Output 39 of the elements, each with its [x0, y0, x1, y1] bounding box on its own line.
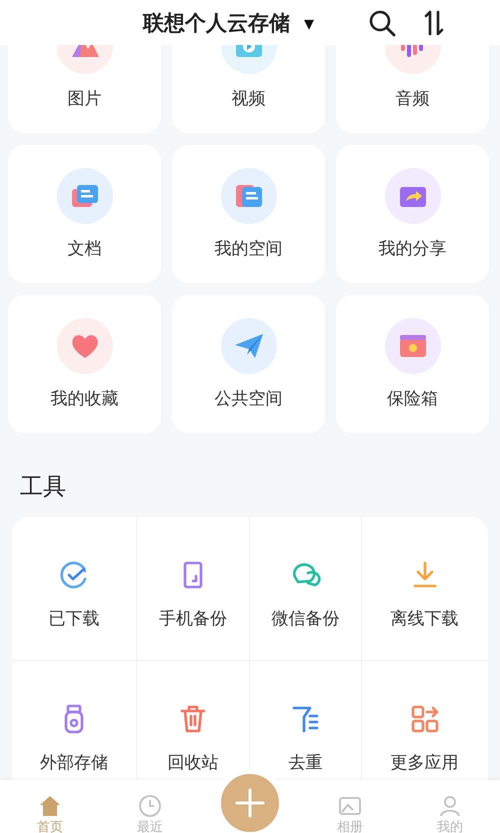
category-label: 公共空间: [214, 388, 282, 410]
category-card[interactable]: 保险箱: [336, 295, 489, 433]
section-title: 工具: [20, 473, 67, 501]
apps-icon: [408, 703, 440, 735]
sort-icon: [422, 8, 446, 36]
tool-label[interactable]: 外部存储: [40, 753, 108, 773]
category-label: 音频: [396, 88, 430, 110]
tool-label[interactable]: 更多应用: [390, 753, 458, 773]
category-card[interactable]: 我的分享: [336, 145, 489, 283]
category-label: 视频: [232, 88, 266, 110]
category-label: 我的空间: [214, 238, 282, 260]
category-card[interactable]: 视频: [172, 45, 325, 133]
sort-button[interactable]: [422, 8, 446, 36]
category-card[interactable]: 我的空间: [172, 145, 325, 283]
plus-icon: [235, 788, 265, 818]
person-icon: [438, 794, 462, 818]
tool-label[interactable]: 去重: [288, 753, 322, 773]
category-card[interactable]: 文档: [8, 145, 161, 283]
category-label: 我的收藏: [50, 388, 118, 410]
clock-icon: [138, 794, 162, 818]
category-label: 图片: [68, 88, 102, 110]
tool-label[interactable]: 微信备份: [272, 609, 340, 629]
category-label: 我的分享: [378, 238, 446, 260]
category-card[interactable]: 我的收藏: [8, 295, 161, 433]
category-label: 保险箱: [387, 388, 438, 410]
tool-label[interactable]: 回收站: [168, 753, 218, 773]
category-card[interactable]: 公共空间: [172, 295, 325, 433]
category-label: 文档: [68, 238, 102, 260]
search-button[interactable]: [368, 8, 396, 36]
home-icon: [38, 794, 62, 818]
image-icon: [338, 794, 362, 818]
dropdown-arrow[interactable]: ▾: [304, 10, 314, 34]
search-icon: [368, 8, 396, 36]
tool-label[interactable]: 已下载: [48, 609, 100, 629]
category-card[interactable]: 图片: [8, 45, 161, 133]
tool-label[interactable]: 手机备份: [159, 609, 227, 629]
app-title: 联想个人云存储: [143, 10, 290, 36]
tool-label[interactable]: 离线下载: [390, 609, 458, 629]
category-card[interactable]: 音频: [336, 45, 489, 133]
